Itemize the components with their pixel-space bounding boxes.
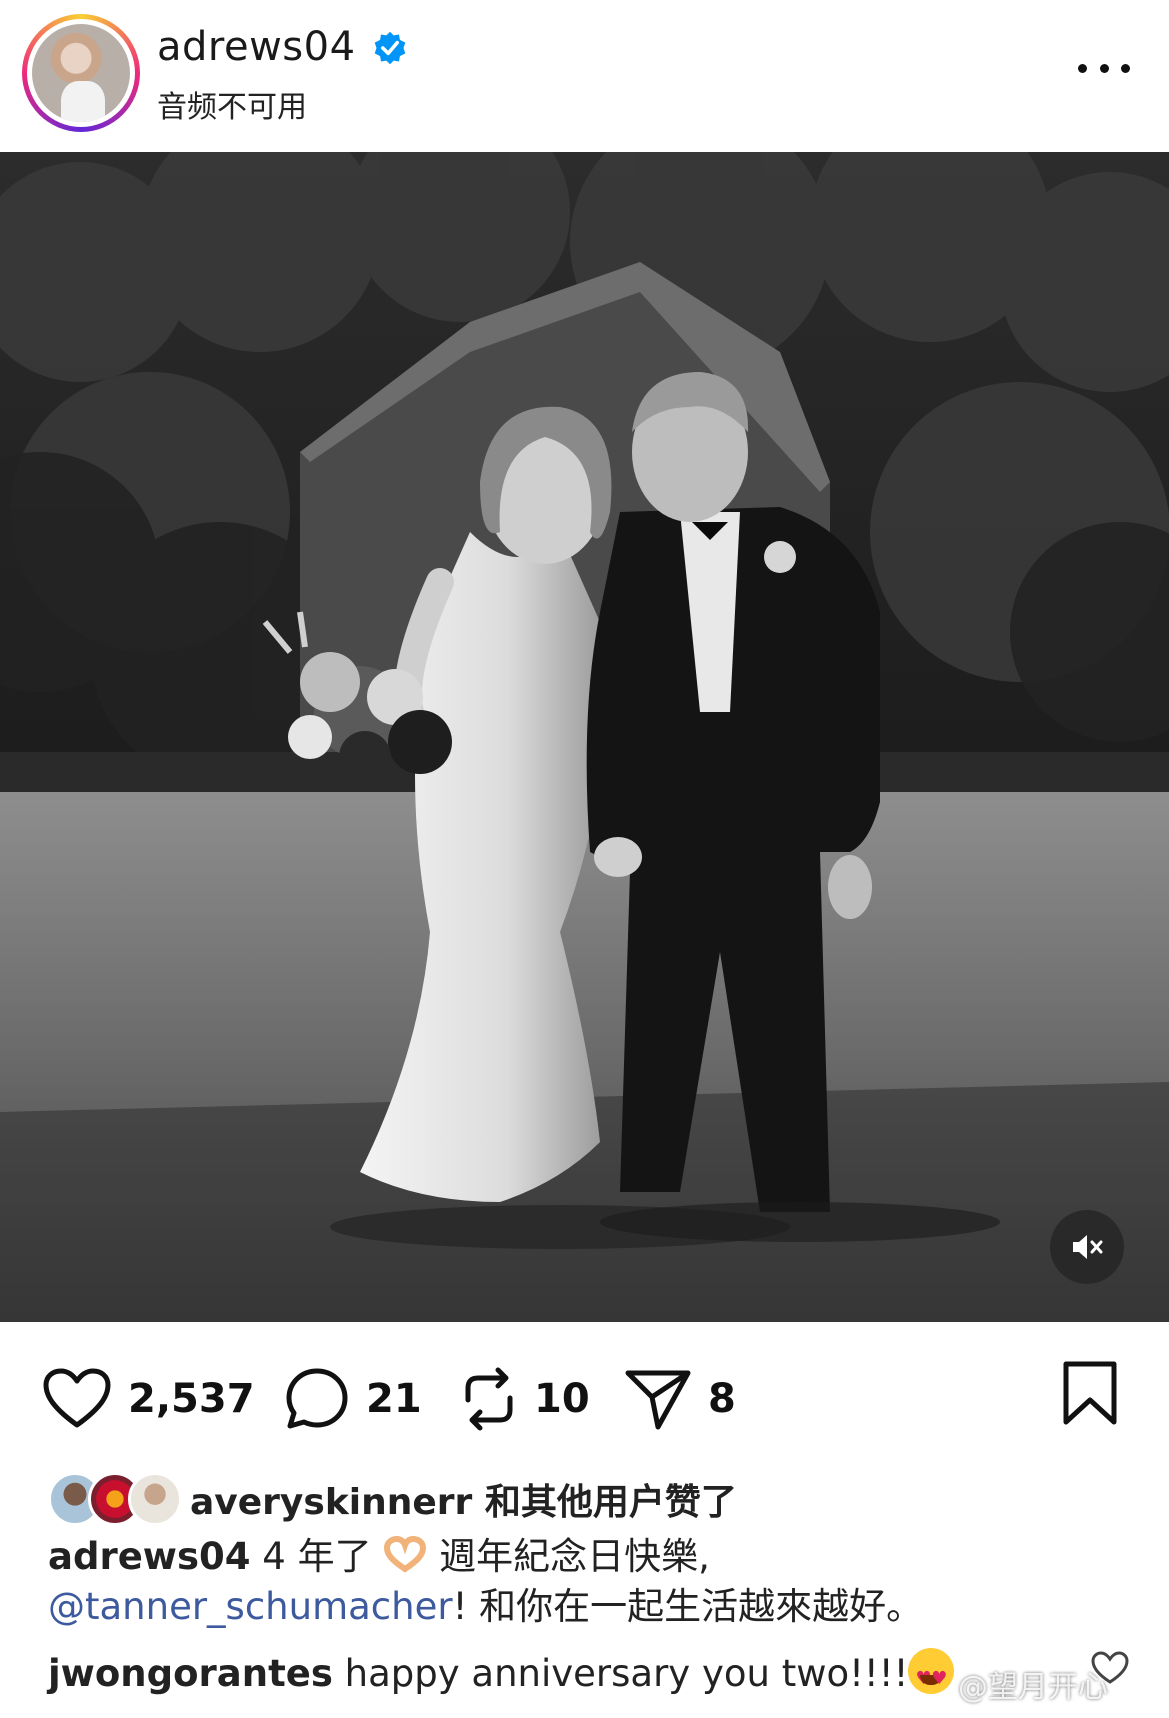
wedding-photo-illustration <box>0 152 1169 1322</box>
repost-icon <box>465 1367 513 1431</box>
mute-button[interactable] <box>1050 1210 1124 1284</box>
post-photo[interactable] <box>0 152 1169 1322</box>
repost-action[interactable]: 10 <box>460 1364 590 1434</box>
post-actions-bar: 2,537 21 10 8 <box>0 1322 1169 1462</box>
bookmark-icon[interactable] <box>1060 1360 1120 1426</box>
likes-count: 2,537 <box>128 1376 255 1422</box>
liked-by-text: averyskinnerr 和其他用户赞了 <box>190 1482 737 1523</box>
liker-avatars <box>48 1470 188 1528</box>
liked-by-row[interactable]: averyskinnerr 和其他用户赞了 <box>48 1470 737 1528</box>
avatar <box>128 1472 182 1526</box>
comment-text: happy anniversary you two!!!! <box>332 1652 909 1695</box>
verified-badge-icon <box>374 31 406 65</box>
weibo-watermark: @望月开心 <box>958 1670 1108 1705</box>
like-action[interactable]: 2,537 <box>42 1364 255 1434</box>
avatar-inner <box>27 19 135 127</box>
caption-text-before: 4 年了 <box>250 1535 384 1578</box>
heart-hands-emoji-icon <box>383 1535 427 1575</box>
post-header: adrews04 音频不可用 <box>0 0 1169 152</box>
post-caption: adrews04 4 年了 週年紀念日快樂, @tanner_schumache… <box>48 1532 1138 1632</box>
caption-text-mid: 週年紀念日快樂, <box>427 1535 710 1578</box>
comments-count: 21 <box>366 1376 422 1422</box>
comment-action[interactable]: 21 <box>284 1364 422 1434</box>
post-username[interactable]: adrews04 <box>157 24 356 70</box>
avatar-image <box>32 24 130 122</box>
shares-count: 8 <box>708 1376 736 1422</box>
reposts-count: 10 <box>534 1376 590 1422</box>
speaker-muted-icon <box>1073 1235 1103 1259</box>
caption-username[interactable]: adrews04 <box>48 1535 251 1578</box>
caption-mention-link[interactable]: @tanner_schumacher <box>48 1585 453 1628</box>
audio-unavailable-label: 音频不可用 <box>157 90 307 125</box>
heart-icon <box>43 1368 111 1428</box>
heart-eyes-emoji-icon <box>908 1648 955 1704</box>
comment-username[interactable]: jwongorantes <box>48 1652 333 1695</box>
share-action[interactable]: 8 <box>624 1364 736 1434</box>
comment-icon <box>286 1368 348 1429</box>
share-icon <box>625 1370 691 1430</box>
more-options-icon[interactable] <box>1078 56 1130 80</box>
caption-text-after: ! 和你在一起生活越來越好。 <box>452 1585 924 1628</box>
profile-avatar[interactable] <box>22 14 140 132</box>
